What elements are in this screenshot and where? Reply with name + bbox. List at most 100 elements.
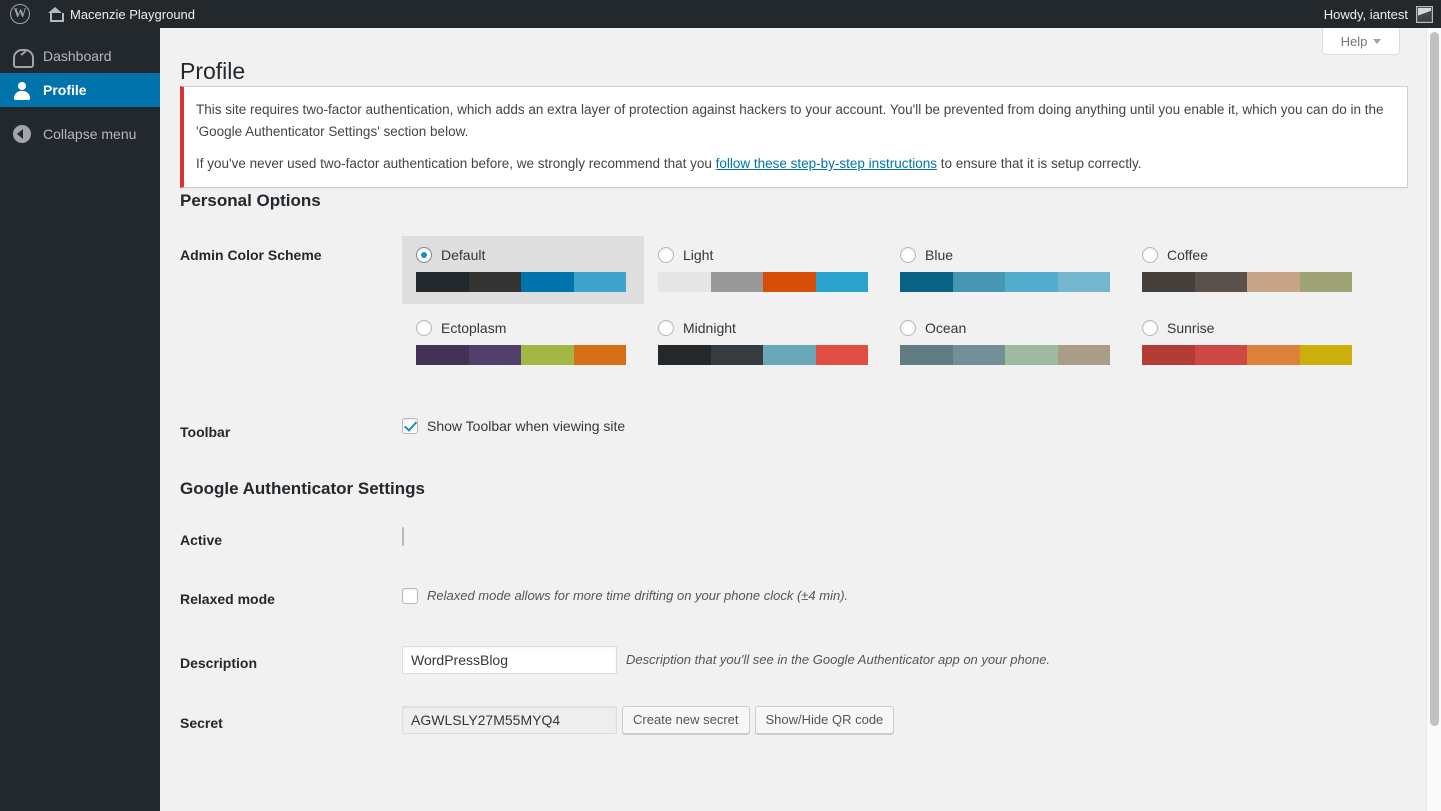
- color-scheme-option-midnight[interactable]: Midnight: [644, 309, 886, 377]
- toolbar-label: Toolbar: [180, 424, 231, 440]
- swatch: [900, 272, 953, 292]
- swatch: [468, 272, 521, 292]
- main-content: Help Profile This site requires two-fact…: [160, 28, 1431, 811]
- swatch: [900, 345, 953, 365]
- sidebar-item-collapse-menu[interactable]: Collapse menu: [0, 117, 160, 151]
- swatch: [1057, 345, 1110, 365]
- ga-relaxed-label: Relaxed mode: [180, 591, 275, 607]
- radio-ocean[interactable]: [900, 320, 916, 336]
- admin-bar: Macenzie Playground Howdy, iantest: [0, 0, 1441, 28]
- color-scheme-option-light[interactable]: Light: [644, 236, 886, 304]
- swatch: [573, 345, 626, 365]
- swatch: [1057, 272, 1110, 292]
- admin-sidebar: Dashboard Profile Collapse menu: [0, 28, 168, 811]
- color-swatches-light: [658, 272, 868, 292]
- swatch: [573, 272, 626, 292]
- swatch: [763, 272, 816, 292]
- color-swatches-ectoplasm: [416, 345, 626, 365]
- radio-coffee[interactable]: [1142, 247, 1158, 263]
- sidebar-item-profile[interactable]: Profile: [0, 73, 168, 107]
- ga-active-checkbox[interactable]: [402, 527, 404, 546]
- show-hide-qr-code-button[interactable]: Show/Hide QR code: [754, 706, 895, 734]
- swatch: [416, 345, 469, 365]
- show-toolbar-checkbox[interactable]: [402, 418, 418, 434]
- swatch: [815, 345, 868, 365]
- show-toolbar-option[interactable]: Show Toolbar when viewing site: [402, 418, 625, 434]
- swatch: [1142, 272, 1195, 292]
- step-by-step-instructions-link[interactable]: follow these step-by-step instructions: [716, 156, 937, 171]
- color-scheme-name: Midnight: [683, 320, 736, 336]
- swatch: [1005, 345, 1058, 365]
- swatch: [952, 345, 1005, 365]
- color-scheme-name: Default: [441, 247, 486, 263]
- swatch: [416, 272, 469, 292]
- swatch: [658, 272, 711, 292]
- create-new-secret-button[interactable]: Create new secret: [622, 706, 750, 734]
- swatch: [1247, 345, 1300, 365]
- scrollbar-thumb[interactable]: [1430, 32, 1439, 726]
- color-scheme-name: Ocean: [925, 320, 967, 336]
- color-scheme-option-sunrise[interactable]: Sunrise: [1128, 309, 1370, 377]
- color-scheme-option-coffee[interactable]: Coffee: [1128, 236, 1370, 304]
- color-scheme-option-blue[interactable]: Blue: [886, 236, 1128, 304]
- radio-light[interactable]: [658, 247, 674, 263]
- chevron-down-icon: [1373, 38, 1382, 44]
- personal-options-heading: Personal Options: [180, 191, 321, 210]
- swatch: [1299, 272, 1352, 292]
- notice-text-after: to ensure that it is setup correctly.: [936, 156, 1142, 172]
- show-toolbar-label: Show Toolbar when viewing site: [427, 418, 626, 434]
- swatch: [763, 345, 816, 365]
- page-title: Profile: [180, 58, 246, 84]
- sidebar-item-label: Profile: [43, 82, 87, 98]
- sidebar-item-dashboard[interactable]: Dashboard: [0, 39, 160, 73]
- color-scheme-option-default[interactable]: Default: [402, 236, 644, 304]
- swatch: [952, 272, 1005, 292]
- radio-sunrise[interactable]: [1142, 320, 1158, 336]
- collapse-arrow-left-icon: [12, 124, 32, 144]
- sidebar-item-label: Dashboard: [43, 48, 112, 64]
- ga-description-input[interactable]: [402, 646, 617, 674]
- page-scrollbar[interactable]: [1426, 28, 1441, 811]
- ga-description-label: Description: [180, 655, 258, 671]
- color-scheme-option-ectoplasm[interactable]: Ectoplasm: [402, 309, 644, 377]
- notice-paragraph-1: This site requires two-factor authentica…: [196, 102, 1384, 139]
- radio-default[interactable]: [416, 247, 432, 263]
- swatch: [1194, 272, 1247, 292]
- ga-description-hint: Description that you'll see in the Googl…: [626, 652, 1051, 667]
- ga-secret-input[interactable]: [402, 706, 617, 734]
- swatch: [1142, 345, 1195, 365]
- admin-color-scheme-label: Admin Color Scheme: [180, 247, 322, 263]
- wordpress-logo-button[interactable]: [0, 0, 39, 28]
- site-name-link[interactable]: Macenzie Playground: [39, 0, 203, 28]
- radio-blue[interactable]: [900, 247, 916, 263]
- admin-bar-account[interactable]: Howdy, iantest: [1324, 0, 1441, 28]
- home-icon: [47, 6, 64, 22]
- radio-ectoplasm[interactable]: [416, 320, 432, 336]
- ga-secret-label: Secret: [180, 715, 223, 731]
- dashboard-gauge-icon: [12, 46, 34, 68]
- swatch: [658, 345, 711, 365]
- help-tab-button[interactable]: Help: [1322, 28, 1400, 55]
- notice-text-before: If you've never used two-factor authenti…: [196, 156, 716, 172]
- color-scheme-option-ocean[interactable]: Ocean: [886, 309, 1128, 377]
- help-tab-label: Help: [1340, 33, 1368, 49]
- notice-paragraph-2: If you've never used two-factor authenti…: [196, 153, 1395, 174]
- avatar: [1416, 5, 1433, 23]
- swatch: [1299, 345, 1352, 365]
- swatch: [815, 272, 868, 292]
- color-swatches-sunrise: [1142, 345, 1352, 365]
- color-swatches-ocean: [900, 345, 1110, 365]
- swatch: [1005, 272, 1058, 292]
- color-swatches-blue: [900, 272, 1110, 292]
- ga-relaxed-hint: Relaxed mode allows for more time drifti…: [427, 588, 849, 603]
- swatch: [468, 345, 521, 365]
- radio-midnight[interactable]: [658, 320, 674, 336]
- swatch: [710, 272, 763, 292]
- color-scheme-name: Light: [683, 247, 714, 263]
- swatch: [521, 345, 574, 365]
- ga-relaxed-checkbox[interactable]: [402, 588, 418, 604]
- howdy-label: Howdy, iantest: [1323, 6, 1408, 22]
- swatch: [710, 345, 763, 365]
- color-scheme-name: Sunrise: [1167, 320, 1215, 336]
- site-name-label: Macenzie Playground: [70, 6, 196, 22]
